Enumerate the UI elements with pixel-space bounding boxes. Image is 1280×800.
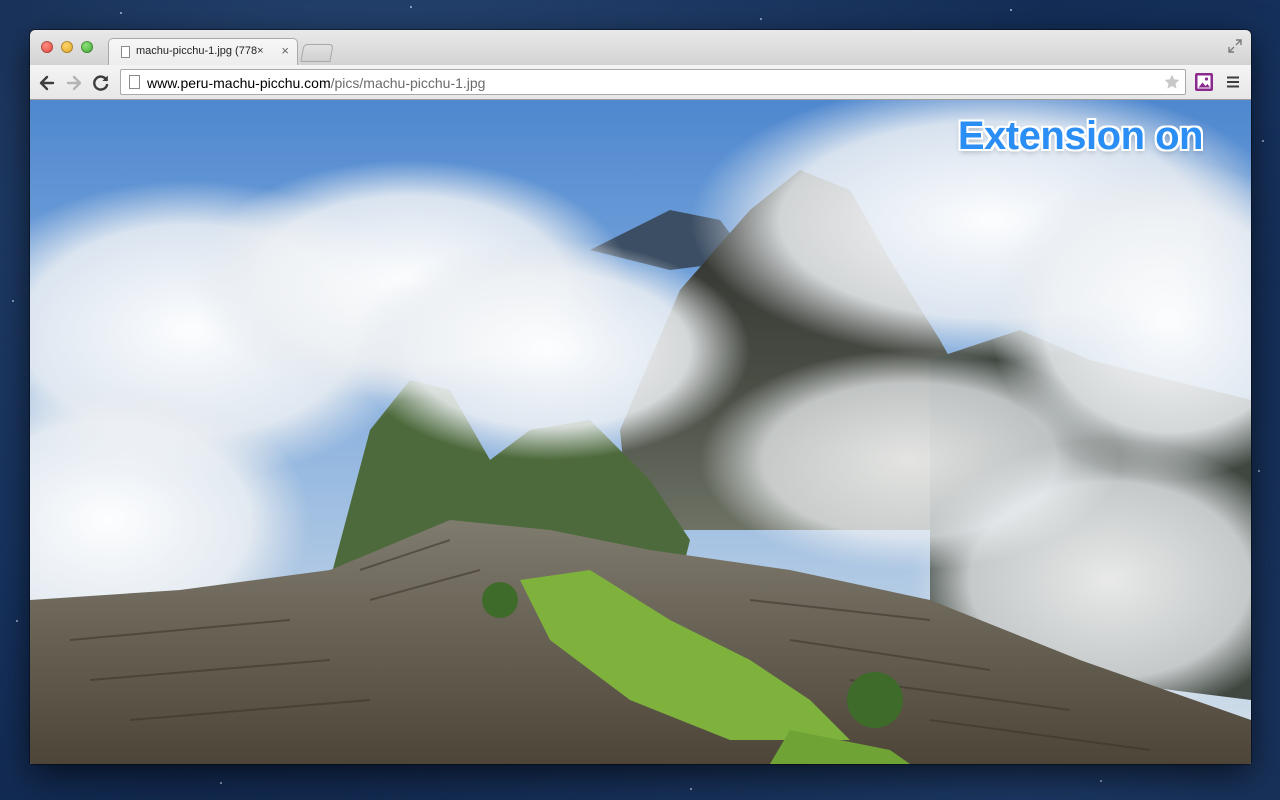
url-path: /pics/machu-picchu-1.jpg: [330, 75, 486, 91]
tab-title: machu-picchu-1.jpg (778×: [136, 45, 264, 57]
star-dot: [12, 300, 14, 302]
image-extension-icon[interactable]: [1194, 72, 1214, 92]
star-dot: [1258, 470, 1260, 472]
star-icon[interactable]: [1163, 73, 1181, 91]
star-dot: [1262, 140, 1264, 142]
minimize-window-button[interactable]: [61, 41, 73, 53]
page-content: Extension on: [30, 100, 1251, 764]
back-arrow-icon[interactable]: [37, 73, 57, 93]
title-bar: machu-picchu-1.jpg (778× ×: [30, 30, 1251, 65]
address-bar[interactable]: www.peru-machu-picchu.com/pics/machu-pic…: [120, 69, 1186, 95]
forward-arrow-icon[interactable]: [64, 73, 84, 93]
browser-toolbar: www.peru-machu-picchu.com/pics/machu-pic…: [30, 65, 1251, 100]
star-dot: [690, 788, 692, 790]
reload-icon[interactable]: [91, 73, 111, 93]
hamburger-menu-icon[interactable]: [1226, 75, 1240, 89]
tab-active[interactable]: machu-picchu-1.jpg (778× ×: [108, 38, 298, 65]
browser-window: machu-picchu-1.jpg (778× × www.peru-mach…: [30, 30, 1251, 764]
star-dot: [410, 6, 412, 8]
zoom-window-button[interactable]: [81, 41, 93, 53]
star-dot: [16, 620, 18, 622]
tab-close-button[interactable]: ×: [281, 43, 289, 58]
new-tab-button[interactable]: [300, 44, 334, 62]
url-domain: www.peru-machu-picchu.com: [147, 75, 331, 91]
star-dot: [760, 18, 762, 20]
machu-picchu-photo: [30, 100, 1251, 764]
star-dot: [220, 782, 222, 784]
page-icon: [129, 75, 140, 89]
star-dot: [1010, 9, 1012, 11]
extension-status-label: Extension on: [957, 114, 1204, 158]
fullscreen-icon[interactable]: [1228, 39, 1242, 53]
star-dot: [120, 12, 122, 14]
close-window-button[interactable]: [41, 41, 53, 53]
url-text[interactable]: www.peru-machu-picchu.com/pics/machu-pic…: [147, 75, 485, 91]
star-dot: [1100, 780, 1102, 782]
page-favicon-icon: [121, 46, 130, 58]
